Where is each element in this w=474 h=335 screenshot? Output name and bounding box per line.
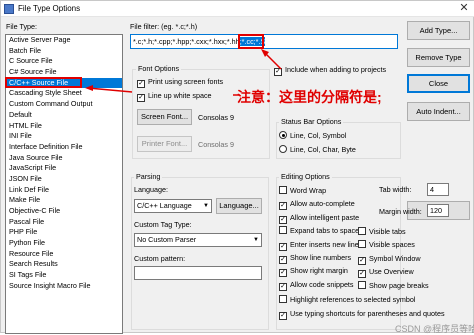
editing-option-label: Use Overview — [369, 267, 414, 277]
tab-width-input[interactable]: 4 — [427, 183, 449, 196]
editing-option-label: Enter inserts new line — [290, 239, 359, 249]
editing-option-label: Show right margin — [290, 266, 348, 276]
checkbox-box[interactable]: ✓ — [279, 242, 287, 251]
chevron-down-icon: ▼ — [203, 203, 209, 209]
margin-width-label: Margin width: — [379, 207, 422, 216]
custom-pattern-input[interactable] — [134, 266, 262, 280]
editing-option-label: Allow auto-complete — [290, 199, 355, 209]
editing-option-label: Allow intelligent paste — [290, 212, 360, 222]
language-label: Language: — [134, 185, 168, 194]
editing-option-label: Show line numbers — [290, 253, 352, 262]
editing-option-label: Expand tabs to spaces — [290, 226, 363, 236]
typing-shortcuts-label: Use typing shortcuts for parentheses and… — [290, 309, 445, 318]
editing-option-checkbox[interactable]: Visible tabs — [358, 227, 406, 237]
tab-width-label: Tab width: — [379, 185, 412, 194]
language-value: C/C++ Language — [137, 201, 192, 210]
custom-tag-select[interactable]: No Custom Parser ▼ — [134, 233, 262, 247]
editing-option-label: Visible tabs — [369, 227, 406, 236]
editing-option-checkbox[interactable]: Word Wrap — [279, 186, 326, 196]
editing-option-checkbox[interactable]: ✓ Allow auto-complete — [279, 199, 355, 211]
radio-line-col-symbol[interactable] — [279, 131, 287, 139]
editing-option-checkbox[interactable]: ✓ Show right margin — [279, 266, 348, 278]
checkbox-box[interactable]: ✓ — [358, 256, 366, 265]
arrow-head-list — [85, 85, 93, 91]
checkbox-box[interactable]: ✓ — [279, 269, 287, 278]
highlight-references-label: Highlight references to selected symbol — [290, 295, 416, 304]
checkbox-typing-shortcuts[interactable]: ✓ — [279, 312, 287, 320]
status-line-col-symbol-radio[interactable]: Line, Col, Symbol — [279, 131, 346, 141]
custom-tag-label: Custom Tag Type: — [134, 220, 192, 229]
editing-option-label: Show page breaks — [369, 280, 429, 290]
checkbox-box[interactable] — [358, 240, 366, 249]
editing-option-label: Word Wrap — [290, 186, 327, 195]
typing-shortcuts-checkbox[interactable]: ✓ Use typing shortcuts for parentheses an… — [279, 309, 445, 320]
editing-option-checkbox[interactable]: ✓ Show line numbers — [279, 253, 352, 264]
editing-option-checkbox[interactable]: ✓ Allow code snippets — [279, 279, 354, 291]
margin-width-input[interactable]: 120 — [427, 204, 449, 217]
custom-pattern-label: Custom pattern: — [134, 254, 186, 263]
status-bar-title: Status Bar Options — [279, 117, 344, 126]
editing-option-label: Symbol Window — [369, 253, 421, 263]
editing-option-checkbox[interactable]: Show page breaks — [358, 280, 429, 291]
checkbox-box[interactable] — [358, 280, 366, 289]
editing-option-checkbox[interactable]: ✓ Symbol Window — [358, 253, 421, 265]
language-button[interactable]: Language... — [216, 198, 262, 214]
checkbox-box[interactable] — [358, 227, 366, 235]
editing-option-label: Visible spaces — [369, 240, 415, 250]
status-opt2-label: Line, Col, Char, Byte — [290, 145, 356, 154]
arrow-to-list — [87, 87, 133, 93]
checkbox-box[interactable]: ✓ — [279, 202, 287, 211]
watermark: CSDN @程序员等哈 — [395, 324, 474, 334]
checkbox-highlight-references[interactable] — [279, 295, 287, 303]
checkbox-box[interactable] — [279, 226, 287, 235]
parsing-title: Parsing — [134, 172, 163, 181]
language-select[interactable]: C/C++ Language ▼ — [134, 199, 212, 213]
editing-option-checkbox[interactable]: ✓ Allow intelligent paste — [279, 212, 360, 224]
editing-option-checkbox[interactable]: Expand tabs to spaces — [279, 226, 363, 236]
status-line-col-char-byte-radio[interactable]: Line, Col, Char, Byte — [279, 145, 356, 155]
status-opt1-label: Line, Col, Symbol — [290, 131, 347, 140]
editing-option-label: Allow code snippets — [290, 279, 354, 289]
checkbox-box[interactable]: ✓ — [279, 215, 287, 224]
editing-option-checkbox[interactable]: Visible spaces — [358, 240, 415, 250]
editing-options-title: Editing Options — [279, 172, 332, 181]
checkbox-box[interactable]: ✓ — [358, 270, 366, 279]
checkbox-box[interactable] — [279, 186, 287, 194]
editing-option-checkbox[interactable]: ✓ Enter inserts new line — [279, 239, 359, 251]
custom-tag-value: No Custom Parser — [137, 235, 197, 244]
radio-line-col-char-byte[interactable] — [279, 145, 287, 153]
chevron-down-icon: ▼ — [253, 237, 259, 243]
checkbox-box[interactable]: ✓ — [279, 256, 287, 264]
editing-option-checkbox[interactable]: ✓ Use Overview — [358, 267, 414, 279]
checkbox-box[interactable]: ✓ — [279, 282, 287, 291]
file-type-options-dialog: File Type Options ✕ File Type: Active Se… — [0, 0, 474, 334]
highlight-references-checkbox[interactable]: Highlight references to selected symbol — [279, 295, 415, 305]
